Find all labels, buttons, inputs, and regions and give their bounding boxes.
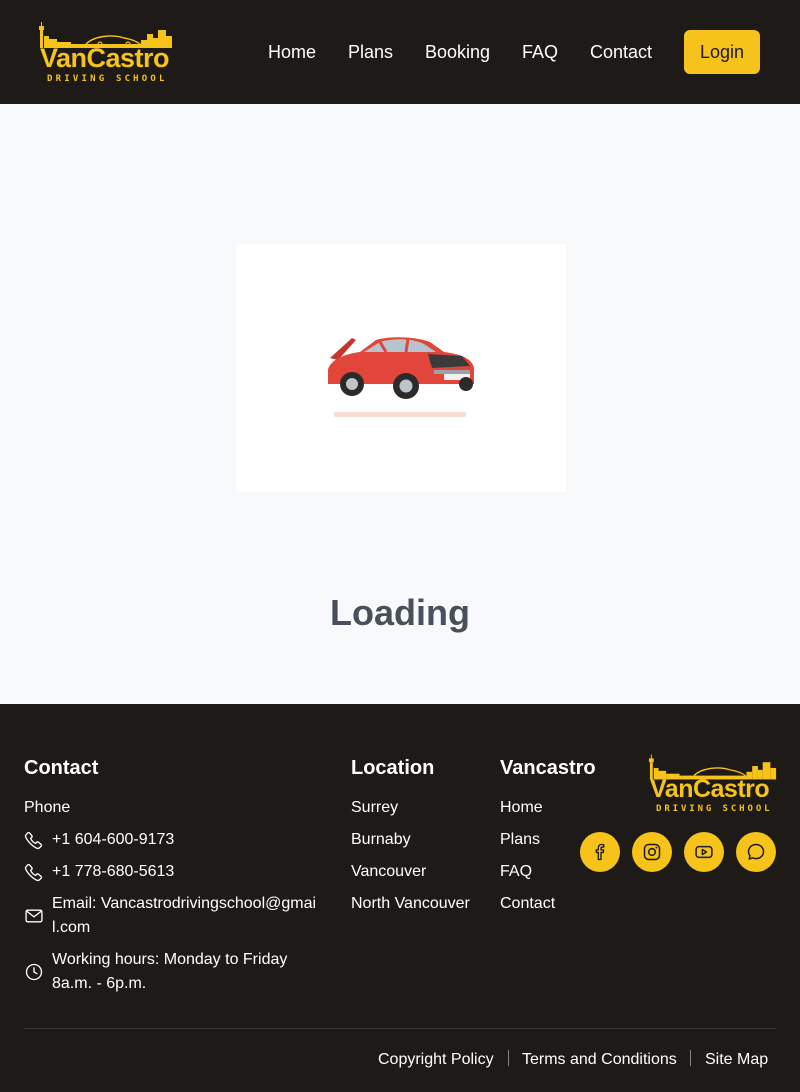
red-car-icon: [328, 337, 474, 417]
chat-button[interactable]: [736, 832, 776, 872]
instagram-icon: [643, 843, 661, 861]
phone-number-1[interactable]: +1 604-600-9173: [52, 828, 174, 852]
footer-link-home[interactable]: Home: [500, 796, 543, 820]
location-surrey[interactable]: Surrey: [351, 796, 398, 820]
nav-plans[interactable]: Plans: [348, 41, 393, 63]
site-map-link[interactable]: Site Map: [705, 1050, 768, 1070]
site-header: VanCastro DRIVING SCHOOL Home Plans Book…: [0, 0, 800, 104]
footer-divider: [24, 1028, 776, 1029]
youtube-button[interactable]: [684, 832, 724, 872]
footer-link-contact[interactable]: Contact: [500, 892, 555, 916]
nav-booking[interactable]: Booking: [425, 41, 490, 63]
vancastro-title: Vancastro: [500, 757, 596, 779]
phone-number-2[interactable]: +1 778-680-5613: [52, 860, 174, 884]
facebook-button[interactable]: [580, 832, 620, 872]
vancastro-logo[interactable]: VanCastro DRIVING SCHOOL: [38, 20, 174, 88]
footer-logo-wordmark: VanCastro: [650, 775, 770, 803]
location-burnaby[interactable]: Burnaby: [351, 828, 411, 852]
loading-text: Loading: [330, 592, 470, 633]
footer-logo-subtitle: DRIVING SCHOOL: [656, 804, 773, 814]
footer-logo[interactable]: VanCastro DRIVING SCHOOL: [648, 752, 778, 818]
email-link[interactable]: Email: Vancastrodrivingschool@gmail.com: [52, 892, 322, 940]
contact-title: Contact: [24, 757, 99, 779]
copyright-policy-link[interactable]: Copyright Policy: [378, 1050, 494, 1070]
location-title: Location: [351, 757, 435, 779]
facebook-icon: [595, 843, 605, 861]
footer-link-faq[interactable]: FAQ: [500, 860, 532, 884]
main-content: Loading: [0, 104, 800, 704]
terms-link[interactable]: Terms and Conditions: [522, 1050, 677, 1070]
phone-icon: [24, 863, 43, 882]
location-vancouver[interactable]: Vancouver: [351, 860, 426, 884]
phone-icon: [24, 831, 43, 850]
location-north-vancouver[interactable]: North Vancouver: [351, 892, 470, 916]
phone-label: Phone: [24, 799, 71, 816]
working-hours: Working hours: Monday to Friday 8a.m. - …: [52, 951, 288, 992]
footer-link-plans[interactable]: Plans: [500, 828, 540, 852]
login-button[interactable]: Login: [684, 30, 760, 74]
nav-faq[interactable]: FAQ: [522, 41, 558, 63]
nav-home[interactable]: Home: [268, 41, 316, 63]
loader-card: [236, 244, 566, 492]
mail-icon: [25, 909, 43, 923]
site-footer: Contact Phone +1 604-600-9173 +1 778-680…: [0, 704, 800, 1092]
youtube-icon: [695, 845, 713, 859]
nav-contact[interactable]: Contact: [590, 41, 652, 63]
legal-separator: [690, 1050, 691, 1066]
logo-wordmark: VanCastro: [40, 43, 170, 73]
logo-subtitle: DRIVING SCHOOL: [47, 74, 168, 84]
instagram-button[interactable]: [632, 832, 672, 872]
clock-icon: [25, 963, 43, 981]
chat-icon: [747, 843, 765, 860]
legal-separator: [508, 1050, 509, 1066]
